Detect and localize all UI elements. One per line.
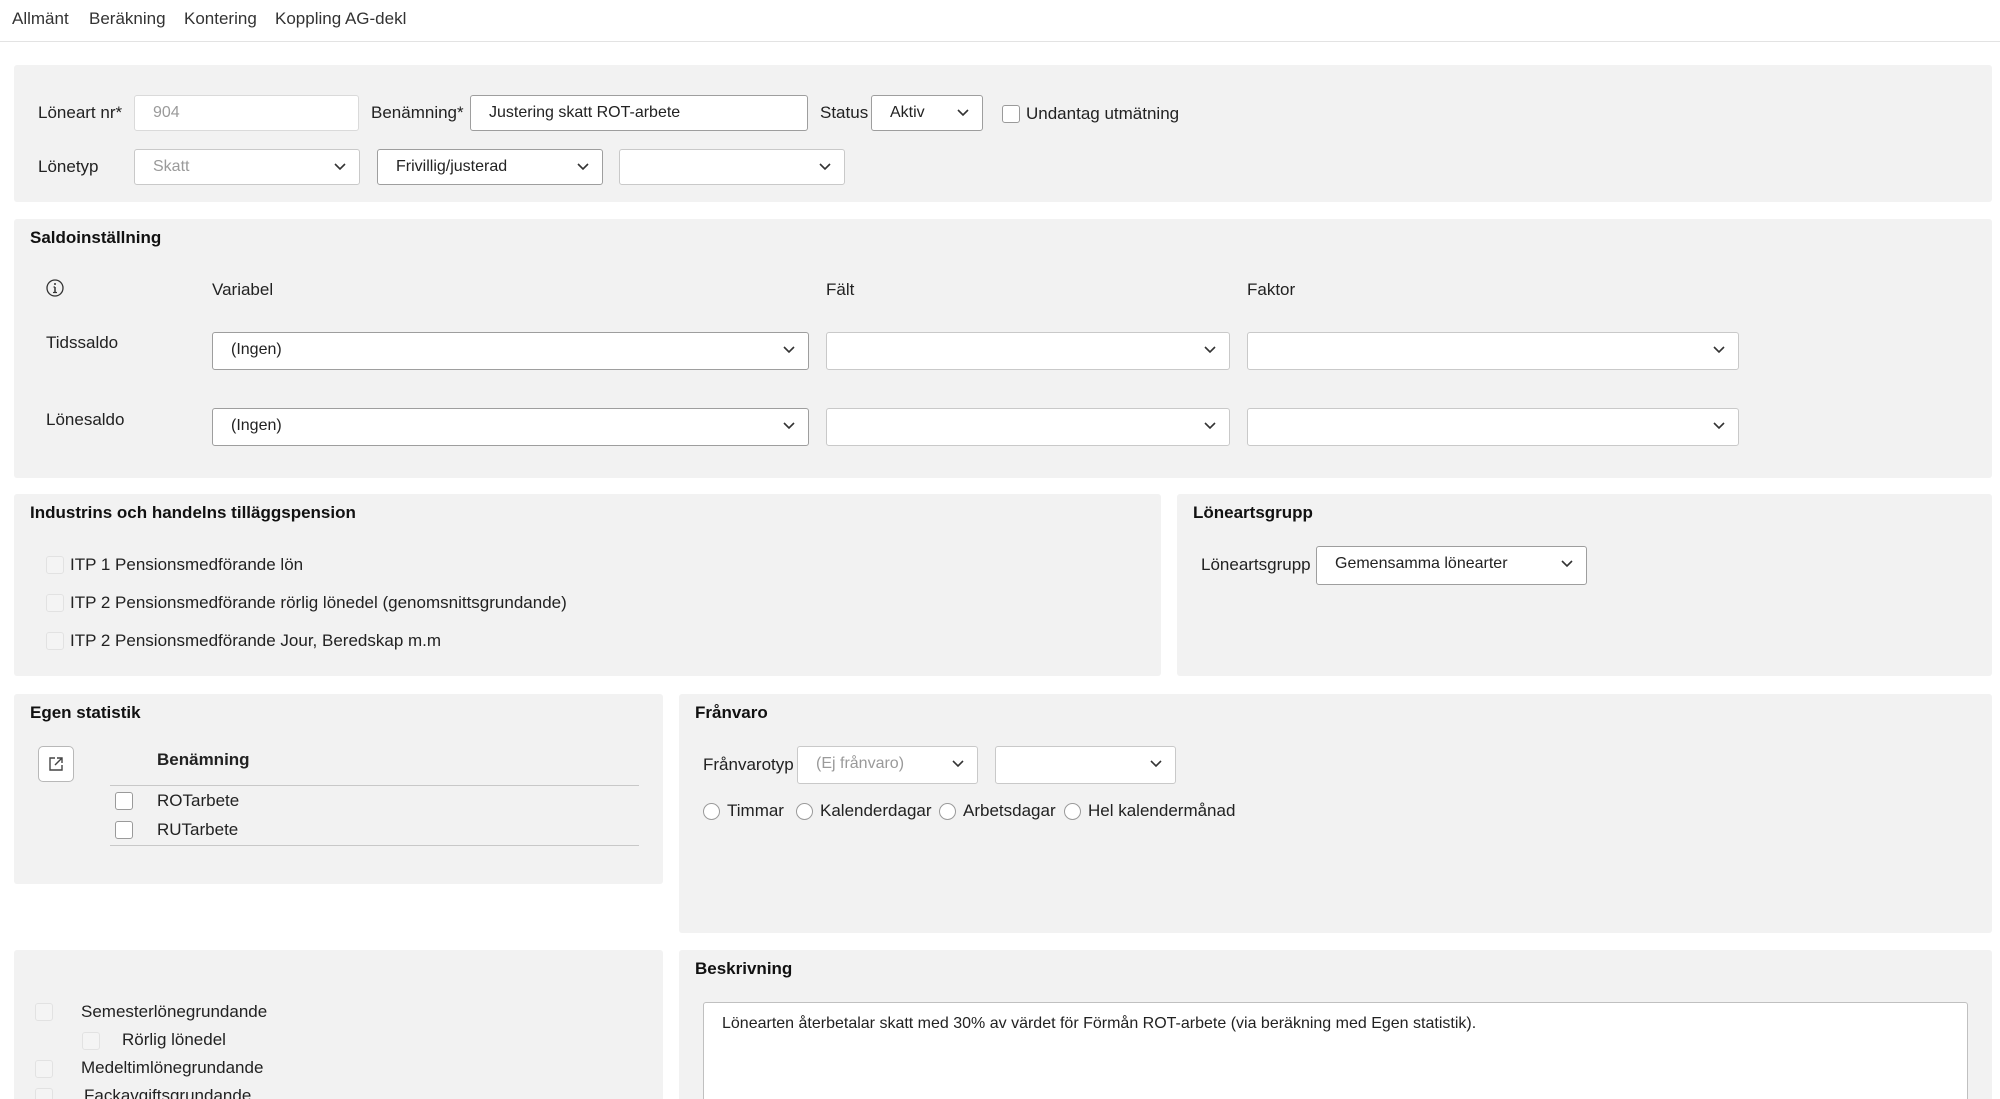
saldo-row-label: Lönesaldo (46, 410, 125, 429)
tidssaldo-faktor-select[interactable] (1247, 332, 1739, 370)
radio-hel-kalendermanad[interactable] (1064, 803, 1081, 820)
saldo-col-faktor: Faktor (1247, 280, 1296, 299)
saldo-row-label: Tidssaldo (46, 333, 119, 352)
saldo-title: Saldoinställning (30, 228, 162, 247)
loneartsgrupp-select[interactable]: Gemensamma lönearter (1316, 546, 1587, 585)
franvarotyp-label: Frånvarotyp (703, 755, 794, 774)
lonetyp-select[interactable]: Skatt (134, 149, 360, 185)
tab-berakning[interactable]: Beräkning (89, 9, 166, 29)
franvarotyp-value: (Ej frånvaro) (816, 755, 905, 772)
itp2-rorlig-checkbox[interactable] (46, 594, 64, 612)
chevron-down-icon (576, 150, 590, 184)
table-row: ROTarbete (157, 791, 240, 810)
lonetyp-extra-select[interactable] (619, 149, 845, 185)
beskrivning-title: Beskrivning (695, 959, 793, 978)
chevron-down-icon (818, 150, 832, 184)
rorlig-lonedel-label: Rörlig lönedel (122, 1030, 226, 1049)
table-bottom-divider (110, 845, 639, 846)
external-link-icon[interactable] (38, 746, 74, 782)
radio-timmar[interactable] (703, 803, 720, 820)
rutarbete-checkbox[interactable] (115, 821, 133, 839)
chevron-down-icon (1203, 409, 1217, 443)
radio-kalenderdagar[interactable] (796, 803, 813, 820)
semesterlonegrundande-checkbox[interactable] (35, 1003, 53, 1021)
table-header-divider (110, 785, 639, 786)
lonesaldo-faktor-select[interactable] (1247, 408, 1739, 446)
medeltimlonegrundande-checkbox[interactable] (35, 1060, 53, 1078)
lonetyp-sub-value: Frivillig/justerad (396, 158, 508, 175)
saldo-col-variabel: Variabel (212, 280, 274, 299)
lonetyp-sub-select[interactable]: Frivillig/justerad (377, 149, 603, 185)
tab-kontering[interactable]: Kontering (184, 9, 257, 29)
benamning-input[interactable]: Justering skatt ROT-arbete (470, 95, 808, 131)
lonetyp-label: Lönetyp (38, 157, 99, 176)
rorlig-lonedel-checkbox[interactable] (82, 1032, 100, 1050)
chevron-down-icon (782, 333, 796, 367)
chevron-down-icon (333, 150, 347, 184)
lonesaldo-variabel-select[interactable]: (Ingen) (212, 408, 809, 446)
fackavgiftsgrundande-label: Fackavgiftsgrundande (84, 1086, 252, 1099)
chevron-down-icon (1712, 333, 1726, 367)
loneartsgrupp-title: Löneartsgrupp (1193, 503, 1313, 522)
rotarbete-checkbox[interactable] (115, 792, 133, 810)
radio-kalenderdagar-label: Kalenderdagar (820, 801, 932, 820)
loneart-input[interactable]: 904 (134, 95, 359, 131)
radio-arbetsdagar[interactable] (939, 803, 956, 820)
undantag-label: Undantag utmätning (1026, 104, 1180, 123)
egen-statistik-title: Egen statistik (30, 703, 141, 722)
itp2-rorlig-label: ITP 2 Pensionsmedförande rörlig lönedel … (70, 593, 567, 612)
itp2-jour-label: ITP 2 Pensionsmedförande Jour, Beredskap… (70, 631, 442, 650)
undantag-checkbox[interactable] (1002, 105, 1020, 123)
pension-title: Industrins och handelns tilläggspension (30, 503, 356, 522)
loneartsgrupp-value: Gemensamma lönearter (1335, 555, 1508, 572)
radio-arbetsdagar-label: Arbetsdagar (963, 801, 1056, 820)
info-icon[interactable] (45, 278, 65, 298)
tab-allmant[interactable]: Allmänt (12, 9, 69, 29)
chevron-down-icon (956, 96, 970, 130)
status-value: Aktiv (890, 104, 925, 121)
radio-timmar-label: Timmar (727, 801, 784, 820)
beskrivning-textarea[interactable]: Lönearten återbetalar skatt med 30% av v… (703, 1002, 1968, 1099)
tidssaldo-variabel-select[interactable]: (Ingen) (212, 332, 809, 370)
chevron-down-icon (951, 747, 965, 781)
tab-bar: Allmänt Beräkning Kontering Koppling AG-… (0, 0, 2000, 42)
tab-koppling-ag-dekl[interactable]: Koppling AG-dekl (275, 9, 406, 29)
chevron-down-icon (1560, 547, 1574, 581)
chevron-down-icon (1203, 333, 1217, 367)
franvaro-title: Frånvaro (695, 703, 768, 722)
lonetyp-value: Skatt (153, 158, 190, 175)
itp1-checkbox[interactable] (46, 556, 64, 574)
loneart-label: Löneart nr* (38, 103, 123, 122)
status-label: Status (820, 103, 869, 122)
tidssaldo-falt-select[interactable] (826, 332, 1230, 370)
tidssaldo-variabel-value: (Ingen) (231, 341, 282, 358)
medeltimlonegrundande-label: Medeltimlönegrundande (81, 1058, 264, 1077)
semesterlonegrundande-label: Semesterlönegrundande (81, 1002, 268, 1021)
saldo-col-falt: Fält (826, 280, 855, 299)
chevron-down-icon (1149, 747, 1163, 781)
franvaro-extra-select[interactable] (995, 746, 1176, 784)
lonesaldo-falt-select[interactable] (826, 408, 1230, 446)
loneartsgrupp-label: Löneartsgrupp (1201, 555, 1311, 574)
lonesaldo-variabel-value: (Ingen) (231, 417, 282, 434)
itp2-jour-checkbox[interactable] (46, 632, 64, 650)
table-row: RUTarbete (157, 820, 239, 839)
itp1-label: ITP 1 Pensionsmedförande lön (70, 555, 304, 574)
status-select[interactable]: Aktiv (871, 95, 983, 131)
chevron-down-icon (782, 409, 796, 443)
benamning-label: Benämning* (371, 103, 464, 122)
chevron-down-icon (1712, 409, 1726, 443)
fackavgiftsgrundande-checkbox[interactable] (35, 1088, 53, 1099)
egen-statistik-column-header: Benämning (157, 750, 250, 769)
franvarotyp-select[interactable]: (Ej frånvaro) (797, 746, 978, 784)
radio-hel-kalendermanad-label: Hel kalendermånad (1088, 801, 1236, 820)
